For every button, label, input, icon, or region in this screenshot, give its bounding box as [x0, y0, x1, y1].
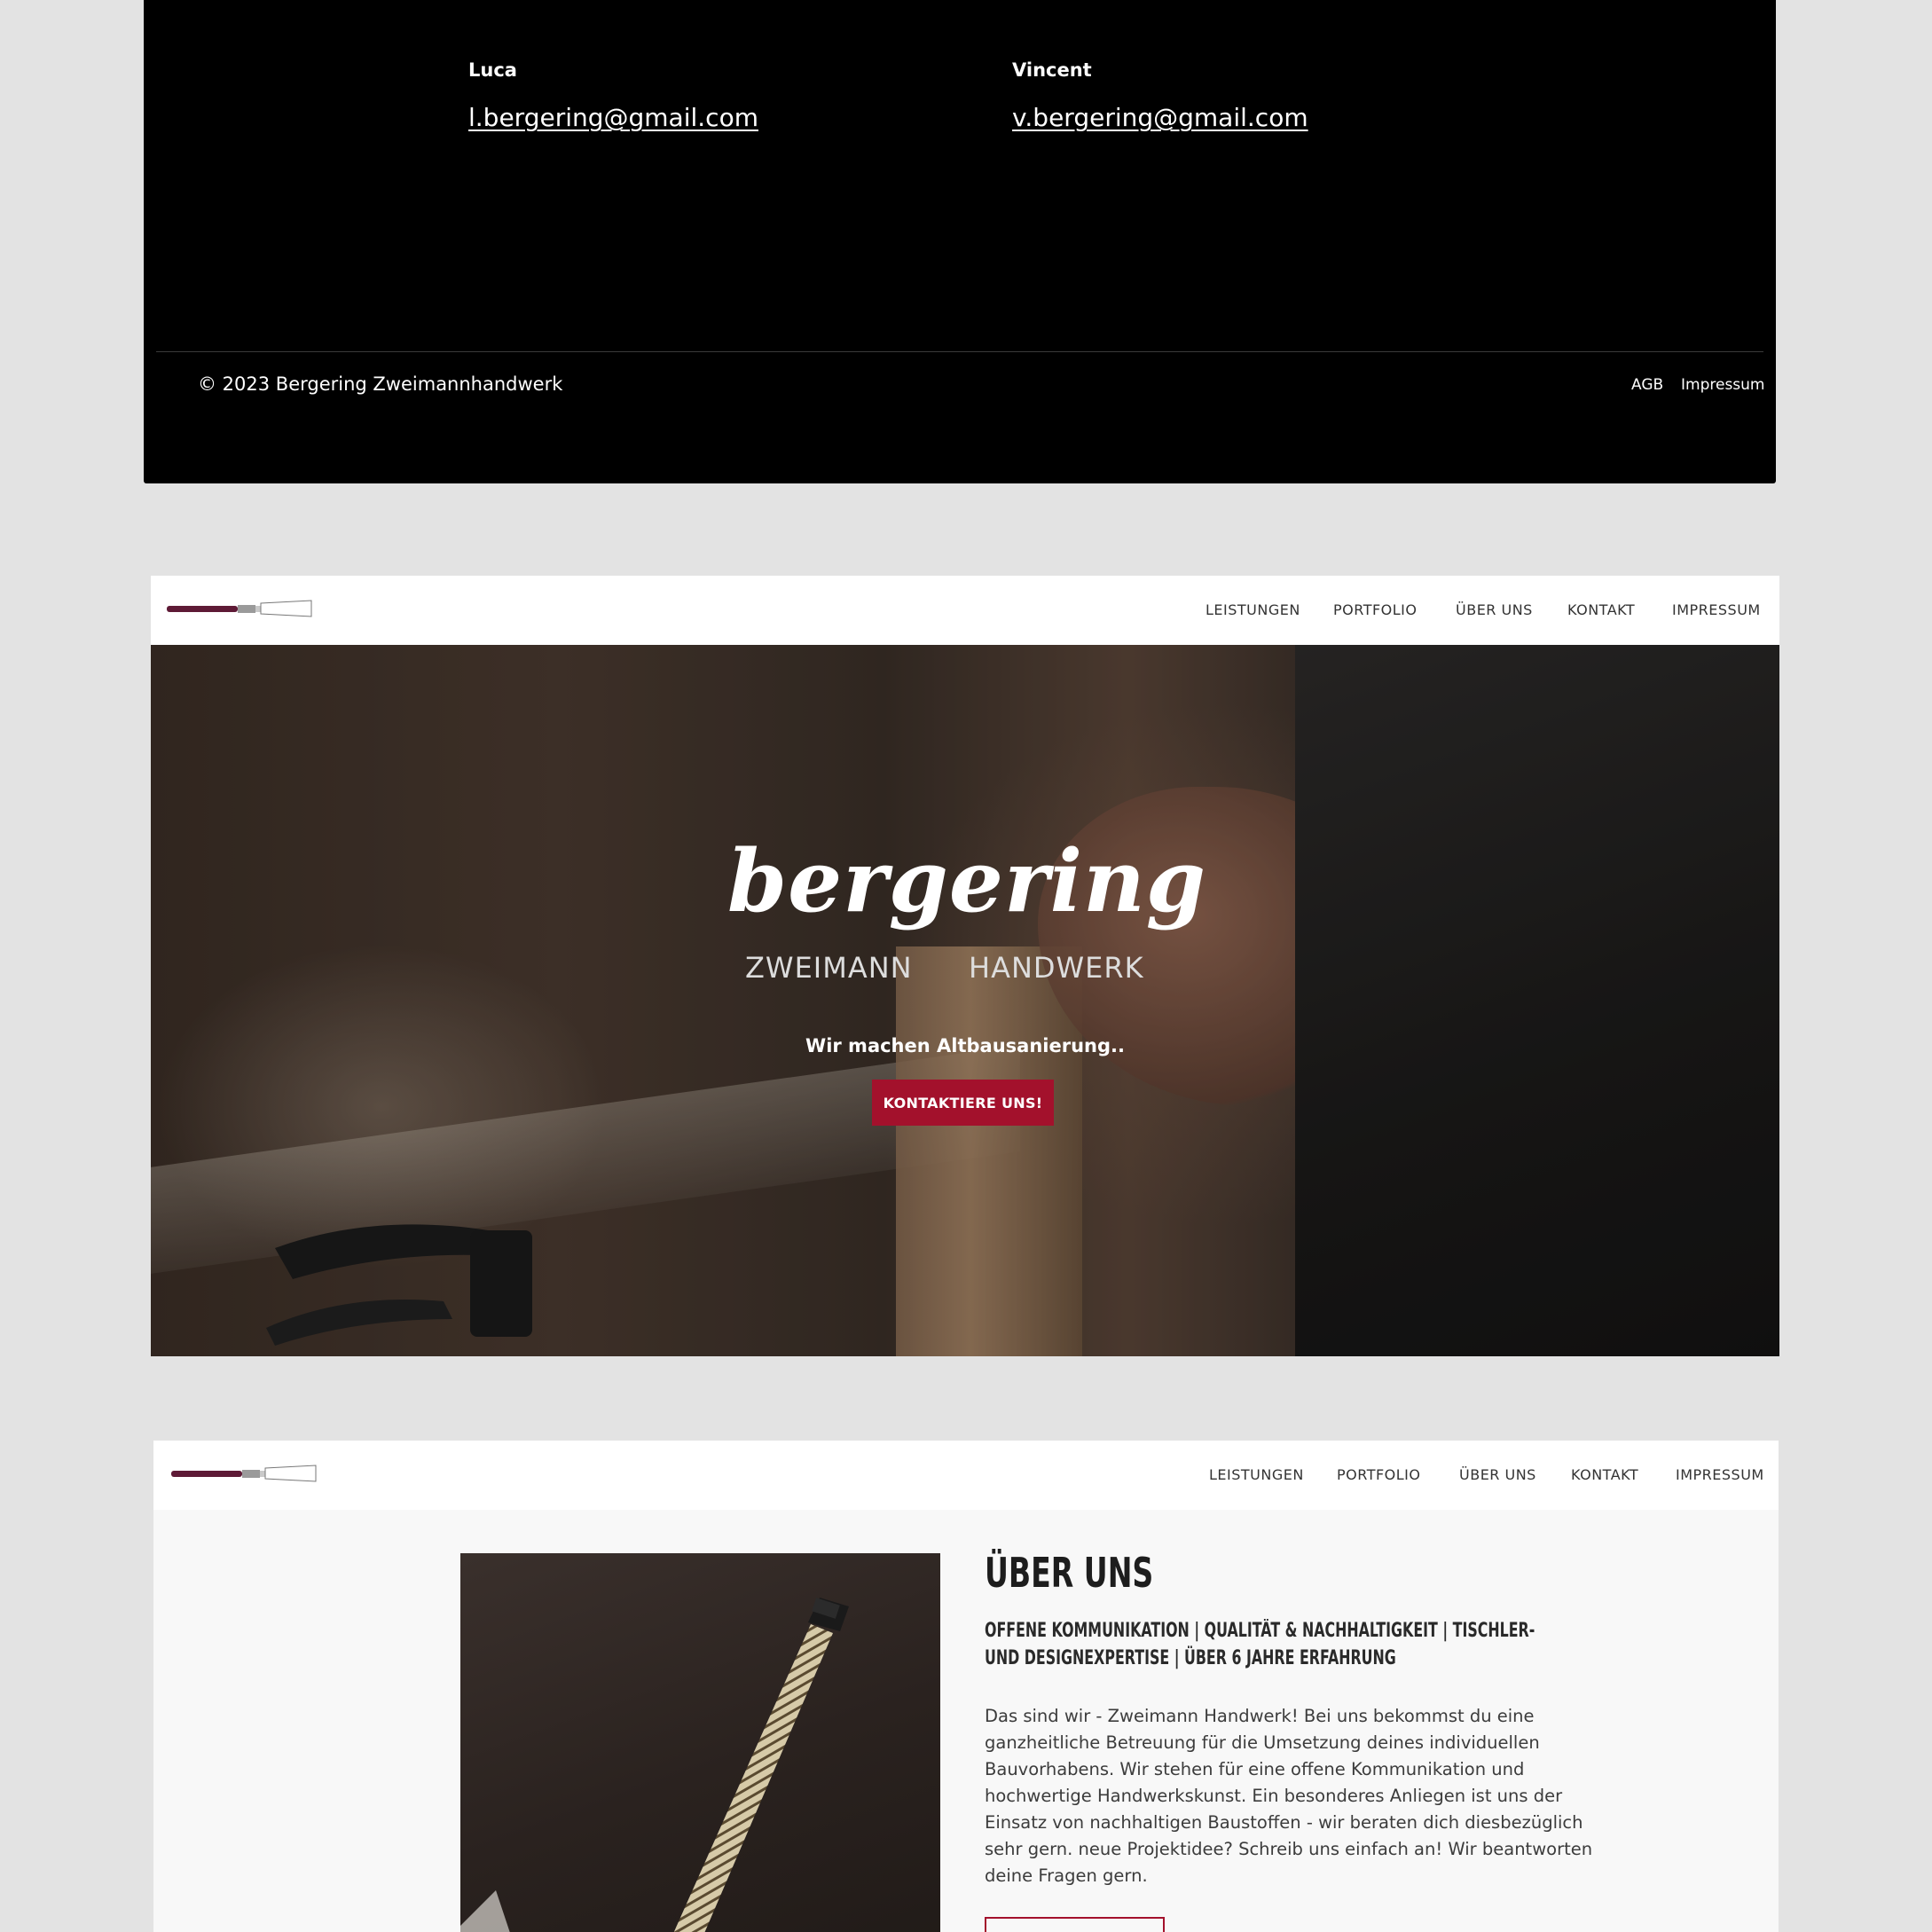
nav-kontakt[interactable]: KONTAKT — [1571, 1466, 1638, 1483]
brand-subtitle-right: HANDWERK — [969, 951, 1144, 985]
nav-ueber-uns[interactable]: ÜBER UNS — [1459, 1466, 1536, 1483]
hero-overlay — [151, 645, 1779, 1356]
about-title: ÜBER UNS — [985, 1549, 1154, 1597]
about-subtitle: OFFENE KOMMUNIKATION | QUALITÄT & NACHHA… — [985, 1620, 1535, 1669]
nav-leistungen[interactable]: LEISTUNGEN — [1206, 601, 1300, 618]
hero-section: LEISTUNGEN PORTFOLIO ÜBER UNS KONTAKT IM… — [151, 576, 1779, 1356]
about-tool-image — [460, 1553, 940, 1932]
contact-us-button[interactable]: KONTAKTIERE UNS! — [872, 1080, 1054, 1126]
nav-portfolio[interactable]: PORTFOLIO — [1337, 1466, 1421, 1483]
chisel-logo-icon[interactable] — [169, 1462, 318, 1485]
agb-link[interactable]: AGB — [1631, 376, 1663, 394]
contact-name-vincent: Vincent — [1012, 59, 1092, 81]
copyright-text: © 2023 Bergering Zweimannhandwerk — [198, 373, 563, 395]
brand-wordmark: bergering — [727, 831, 1206, 931]
top-navigation: LEISTUNGEN PORTFOLIO ÜBER UNS KONTAKT IM… — [151, 576, 1779, 645]
hero-tagline: Wir machen Altbausanierung.. — [805, 1035, 1125, 1056]
contact-name-luca: Luca — [468, 59, 517, 81]
chisel-photo-icon — [460, 1598, 849, 1932]
nav-portfolio[interactable]: PORTFOLIO — [1333, 601, 1418, 618]
about-section: LEISTUNGEN PORTFOLIO ÜBER UNS KONTAKT IM… — [153, 1441, 1779, 1932]
nav-ueber-uns[interactable]: ÜBER UNS — [1456, 601, 1533, 618]
top-navigation-about: LEISTUNGEN PORTFOLIO ÜBER UNS KONTAKT IM… — [153, 1441, 1779, 1510]
brand-subtitle-left: ZWEIMANN — [745, 951, 913, 985]
chisel-logo-icon[interactable] — [165, 597, 314, 620]
site-footer: Luca l.bergering@gmail.com Vincent v.ber… — [144, 0, 1776, 483]
email-link-luca[interactable]: l.bergering@gmail.com — [468, 103, 758, 132]
about-outline-button[interactable] — [985, 1917, 1165, 1932]
footer-divider — [156, 351, 1763, 352]
about-body-text: Das sind wir - Zweimann Handwerk! Bei un… — [985, 1706, 1593, 1886]
nav-kontakt[interactable]: KONTAKT — [1567, 601, 1635, 618]
nav-leistungen[interactable]: LEISTUNGEN — [1209, 1466, 1304, 1483]
impressum-footer-link[interactable]: Impressum — [1681, 376, 1765, 394]
email-link-vincent[interactable]: v.bergering@gmail.com — [1012, 103, 1308, 132]
nav-impressum[interactable]: IMPRESSUM — [1672, 601, 1761, 618]
hero-background-image: bergering ZWEIMANN HANDWERK Wir machen A… — [151, 645, 1779, 1356]
nav-impressum[interactable]: IMPRESSUM — [1676, 1466, 1764, 1483]
